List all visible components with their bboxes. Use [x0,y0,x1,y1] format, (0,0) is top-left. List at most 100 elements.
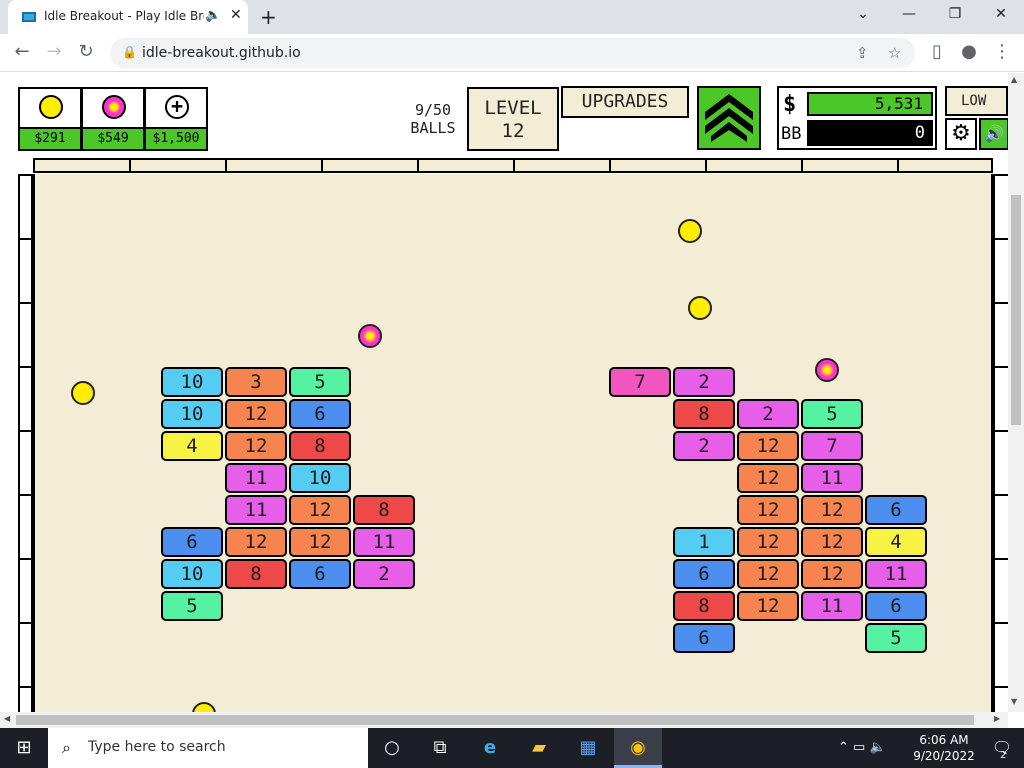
windows-start-icon[interactable]: ⊞ [0,728,48,768]
vertical-scrollbar[interactable]: ▲ ▼ [1008,73,1024,712]
browser-tab-active[interactable]: Idle Breakout - Play Idle Break 🔈 ✕ [8,0,248,34]
brick[interactable]: 8 [289,431,351,461]
edge-icon[interactable]: e [466,728,514,768]
brick[interactable]: 2 [673,367,735,397]
brick[interactable]: 5 [801,399,863,429]
brick[interactable]: 5 [289,367,351,397]
brick[interactable]: 8 [353,495,415,525]
brick[interactable]: 12 [737,591,799,621]
brick[interactable]: 12 [801,527,863,557]
forward-arrow-icon[interactable]: → [42,41,66,62]
brick[interactable]: 11 [801,463,863,493]
brick[interactable]: 12 [801,559,863,589]
brick[interactable]: 5 [161,591,223,621]
brick[interactable]: 10 [289,463,351,493]
brick[interactable]: 10 [161,367,223,397]
horizontal-scrollbar[interactable]: ◀ ▶ [0,712,1008,728]
system-tray-icons[interactable]: ⌃ ▭ 🔈 [838,728,886,768]
brick[interactable]: 5 [865,623,927,653]
gear-icon[interactable]: ⚙ [945,118,977,150]
maximize-icon[interactable]: ❐ [943,6,967,22]
brick[interactable]: 12 [801,495,863,525]
tab-audio-icon[interactable]: 🔈 [205,8,221,23]
brick[interactable]: 12 [737,431,799,461]
brick[interactable]: 6 [161,527,223,557]
brick[interactable]: 12 [737,527,799,557]
vertical-scrollbar-thumb[interactable] [1011,195,1021,425]
taskbar-clock[interactable]: 6:06 AM 9/20/2022 [912,732,976,764]
brick[interactable]: 6 [289,399,351,429]
brick[interactable]: 12 [289,495,351,525]
new-tab-button[interactable]: + [260,5,277,29]
brick[interactable]: 2 [353,559,415,589]
horizontal-scrollbar-thumb[interactable] [16,715,974,725]
brick[interactable]: 12 [289,527,351,557]
brick[interactable]: 12 [225,399,287,429]
brick[interactable]: 12 [737,559,799,589]
upgrades-button[interactable]: UPGRADES [561,86,689,118]
brick[interactable]: 7 [801,431,863,461]
address-bar[interactable]: 🔒 idle-breakout.github.io ⇪ ☆ [110,38,915,68]
brick[interactable]: 6 [673,559,735,589]
brick[interactable]: 10 [161,399,223,429]
browser-menu-icon[interactable]: ⋮ [990,41,1014,62]
lock-icon[interactable]: 🔒 [122,45,137,59]
brick[interactable]: 7 [609,367,671,397]
brick[interactable]: 3 [225,367,287,397]
scroll-up-icon[interactable]: ▲ [1011,75,1017,84]
search-placeholder[interactable]: Type here to search [88,739,226,755]
side-panel-icon[interactable]: ▯ [925,41,949,62]
brick[interactable]: 6 [289,559,351,589]
rail-divider [225,160,227,171]
brick[interactable]: 8 [225,559,287,589]
chrome-icon[interactable]: ◉ [614,728,662,768]
brick[interactable]: 11 [801,591,863,621]
back-arrow-icon[interactable]: ← [10,41,34,62]
brick[interactable]: 4 [865,527,927,557]
brick[interactable]: 2 [737,399,799,429]
store-icon[interactable]: ▦ [564,728,612,768]
reload-icon[interactable]: ↻ [74,41,98,62]
notification-icon[interactable]: 🗨 [982,728,1022,768]
url-text[interactable]: idle-breakout.github.io [142,45,301,61]
profile-avatar-icon[interactable]: ● [957,41,981,62]
scroll-right-icon[interactable]: ▶ [994,714,1000,723]
speaker-icon[interactable]: 🔊 [979,118,1008,150]
taskbar-search-box[interactable]: ⌕ Type here to search [48,728,368,768]
prestige-button[interactable] [697,86,761,150]
buy-basic-ball-button[interactable]: $291 [18,87,82,151]
share-icon[interactable]: ⇪ [856,44,869,62]
plasma-ball [815,358,839,382]
brick[interactable]: 8 [673,591,735,621]
buy-plasma-ball-button[interactable]: $549 [81,87,145,151]
scroll-down-icon[interactable]: ▼ [1011,697,1017,706]
tab-close-icon[interactable]: ✕ [230,7,242,23]
task-view-icon[interactable]: ⧉ [416,728,464,768]
minimize-icon[interactable]: — [897,6,921,22]
brick[interactable]: 6 [673,623,735,653]
brick[interactable]: 1 [673,527,735,557]
file-explorer-icon[interactable]: ▰ [515,728,563,768]
brick[interactable]: 12 [225,431,287,461]
bookmark-star-icon[interactable]: ☆ [888,44,901,62]
brick[interactable]: 12 [737,463,799,493]
quality-toggle-button[interactable]: LOW [945,86,1008,116]
brick[interactable]: 2 [673,431,735,461]
brick[interactable]: 4 [161,431,223,461]
window-close-icon[interactable]: ✕ [989,6,1013,22]
clock-date: 9/20/2022 [913,749,975,763]
brick[interactable]: 10 [161,559,223,589]
scroll-left-icon[interactable]: ◀ [4,714,10,723]
brick[interactable]: 12 [225,527,287,557]
brick[interactable]: 8 [673,399,735,429]
brick[interactable]: 6 [865,495,927,525]
brick[interactable]: 12 [737,495,799,525]
brick[interactable]: 11 [225,495,287,525]
brick[interactable]: 6 [865,591,927,621]
brick[interactable]: 11 [865,559,927,589]
brick[interactable]: 11 [353,527,415,557]
buy-add-ball-button[interactable]: + $1,500 [144,87,208,151]
brick[interactable]: 11 [225,463,287,493]
cortana-icon[interactable]: ○ [368,728,416,768]
tab-search-icon[interactable]: ⌄ [851,6,875,22]
